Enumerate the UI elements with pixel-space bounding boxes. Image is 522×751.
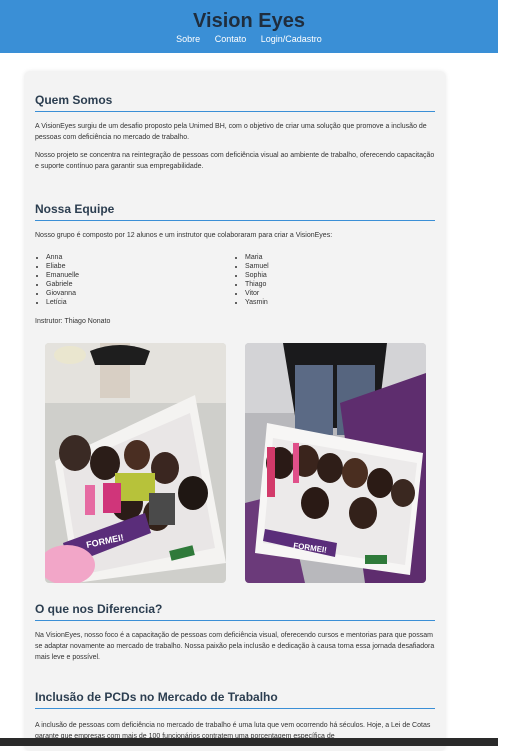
- content-card: Quem Somos A VisionEyes surgiu de um des…: [24, 71, 446, 751]
- about-paragraph-2: Nosso projeto se concentra na reintegraç…: [35, 152, 435, 170]
- nav-link-login[interactable]: Login/Cadastro: [261, 34, 322, 44]
- about-section: Quem Somos A VisionEyes surgiu de um des…: [35, 93, 435, 172]
- team-member: Gabriele: [46, 280, 185, 289]
- team-photo-2: FORMEI!: [245, 343, 426, 583]
- diff-title: O que nos Diferencia?: [35, 602, 435, 621]
- instructor-text: Instrutor: Thiago Nonato: [35, 318, 111, 325]
- team-member: Anna: [46, 253, 185, 262]
- team-intro: Nosso grupo é composto por 12 alunos e u…: [35, 232, 333, 239]
- nav-link-sobre[interactable]: Sobre: [176, 34, 200, 44]
- team-photo-1: FORMEI!: [45, 343, 226, 583]
- site-title: Vision Eyes: [193, 10, 305, 32]
- pcd-title: Inclusão de PCDs no Mercado de Trabalho: [35, 690, 435, 709]
- about-paragraph-1: A VisionEyes surgiu de um desafio propos…: [35, 123, 427, 141]
- site-header: Vision Eyes Sobre Contato Login/Cadastro: [0, 0, 498, 53]
- main-nav: Sobre Contato Login/Cadastro: [0, 34, 498, 44]
- team-member: Sophia: [245, 271, 384, 280]
- team-member: Thiago: [245, 280, 384, 289]
- team-list-right: Maria Samuel Sophia Thiago Vitor Yasmin: [234, 253, 384, 307]
- team-member: Maria: [245, 253, 384, 262]
- team-member: Eliabe: [46, 262, 185, 271]
- team-member: Emanuelle: [46, 271, 185, 280]
- nav-link-contato[interactable]: Contato: [215, 34, 247, 44]
- team-member: Giovanna: [46, 289, 185, 298]
- team-section: Nossa Equipe Nosso grupo é composto por …: [35, 202, 435, 241]
- bottom-bar: [0, 738, 498, 746]
- team-member: Letícia: [46, 298, 185, 307]
- pcd-section: Inclusão de PCDs no Mercado de Trabalho …: [35, 690, 435, 742]
- team-title: Nossa Equipe: [35, 202, 435, 221]
- scrollbar-track[interactable]: [498, 0, 522, 746]
- about-title: Quem Somos: [35, 93, 435, 112]
- team-list-left: Anna Eliabe Emanuelle Gabriele Giovanna …: [35, 253, 185, 307]
- team-member: Vitor: [245, 289, 384, 298]
- team-member: Samuel: [245, 262, 384, 271]
- diff-section: O que nos Diferencia? Na VisionEyes, nos…: [35, 602, 435, 663]
- team-member: Yasmin: [245, 298, 384, 307]
- diff-paragraph: Na VisionEyes, nosso foco é a capacitaçã…: [35, 632, 435, 661]
